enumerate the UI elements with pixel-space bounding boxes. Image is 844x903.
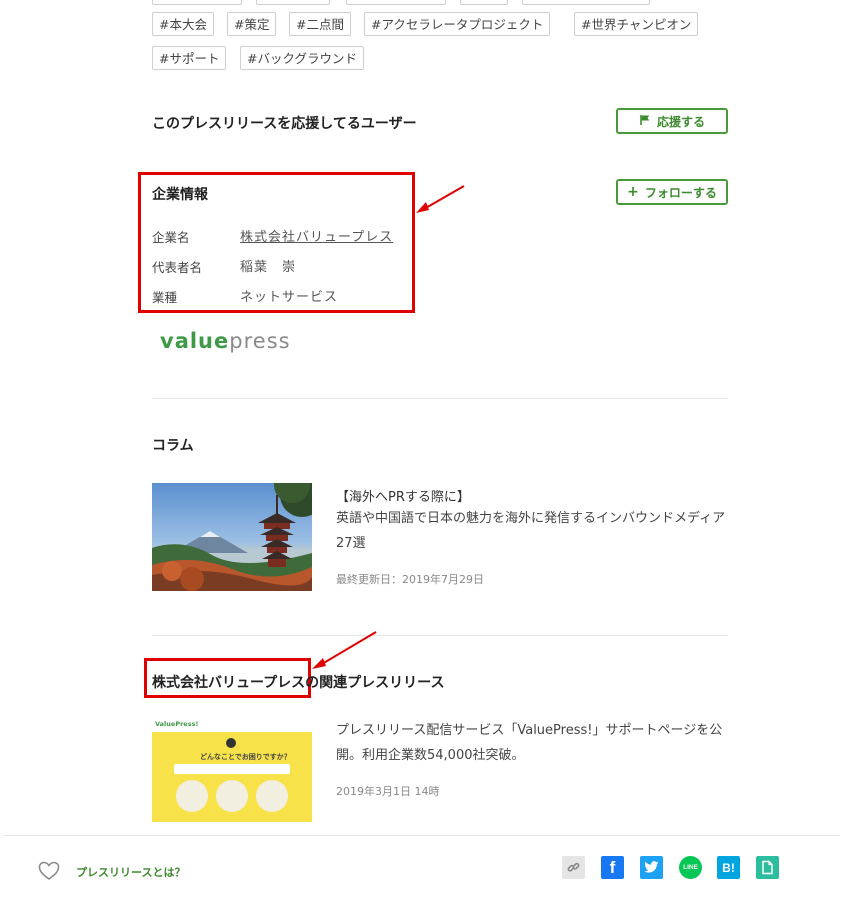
hatena-bookmark-icon[interactable]: B! [717, 856, 740, 879]
thumb-search-bar [174, 764, 290, 774]
column-article-text[interactable]: 英語や中国語で日本の魅力を海外に発信するインバウンドメディア27選 [336, 506, 728, 556]
tag-link[interactable]: #サポート [152, 46, 227, 70]
supporters-heading: このプレスリリースを応援してるユーザー [152, 116, 417, 132]
tag-link[interactable]: #バックグラウンド [240, 46, 364, 70]
tag-partial[interactable] [152, 0, 242, 5]
link-icon[interactable] [562, 856, 585, 879]
related-thumbnail[interactable]: ValuePress! どんなことでお困りですか？ [152, 718, 312, 829]
flag-icon [639, 114, 651, 129]
logo-text-press: press [229, 329, 291, 353]
industry-label: 業種 [152, 290, 178, 305]
plus-icon: + [627, 184, 639, 200]
note-icon[interactable] [756, 856, 779, 879]
thumb-circle [256, 780, 288, 812]
thumb-footer [152, 822, 312, 829]
follow-button[interactable]: + フォローする [616, 179, 728, 205]
logo-text-value: value [160, 329, 230, 353]
section-divider [152, 635, 728, 636]
related-heading: 株式会社バリュープレスの関連プレスリリース [152, 675, 445, 691]
tag-partial[interactable] [346, 0, 446, 5]
thumb-circle [176, 780, 208, 812]
representative-label: 代表者名 [152, 260, 203, 275]
column-heading: コラム [152, 438, 194, 454]
tag-partial[interactable] [460, 0, 508, 5]
thumb-circle [216, 780, 248, 812]
section-divider [152, 398, 728, 399]
thumb-question: どんなことでお困りですか？ [200, 753, 291, 761]
related-release-date: 2019年3月1日 14時 [336, 785, 440, 798]
related-release-text[interactable]: プレスリリース配信サービス「ValuePress!」サポートページを公開。利用企… [336, 718, 728, 768]
tag-link[interactable]: #策定 [227, 12, 277, 36]
thumb-mascot [226, 738, 236, 748]
annotation-arrow [416, 185, 465, 213]
support-button-label: 応援する [656, 114, 705, 129]
tag-link[interactable]: #本大会 [152, 12, 214, 36]
facebook-icon[interactable]: f [601, 856, 624, 879]
follow-button-label: フォローする [644, 185, 717, 200]
line-icon[interactable]: LINE [679, 856, 702, 879]
tag-link[interactable]: #二点間 [289, 12, 351, 36]
heart-icon[interactable] [38, 861, 60, 885]
thumb-brand: ValuePress! [155, 720, 199, 728]
company-name-label: 企業名 [152, 230, 190, 245]
column-thumbnail[interactable] [152, 483, 312, 591]
company-name-link[interactable]: 株式会社バリュープレス [240, 226, 393, 245]
company-logo: valuepress [160, 329, 291, 353]
representative-value: 稲葉 崇 [240, 260, 297, 275]
tag-link[interactable]: #世界チャンピオン [574, 12, 699, 36]
column-article-title[interactable]: 【海外へPRする際に】 [336, 486, 470, 505]
twitter-icon[interactable] [640, 856, 663, 879]
tag-partial[interactable] [256, 0, 330, 5]
industry-value: ネットサービス [240, 290, 339, 305]
annotation-arrow [312, 631, 377, 669]
tag-partial[interactable] [522, 0, 650, 5]
what-is-press-release-link[interactable]: プレスリリースとは？ [76, 864, 185, 880]
support-button[interactable]: 応援する [616, 108, 728, 134]
company-heading: 企業情報 [152, 187, 208, 203]
tag-link[interactable]: #アクセラレータプロジェクト [364, 12, 551, 36]
column-updated-date: 最終更新日：2019年7月29日 [336, 573, 484, 586]
